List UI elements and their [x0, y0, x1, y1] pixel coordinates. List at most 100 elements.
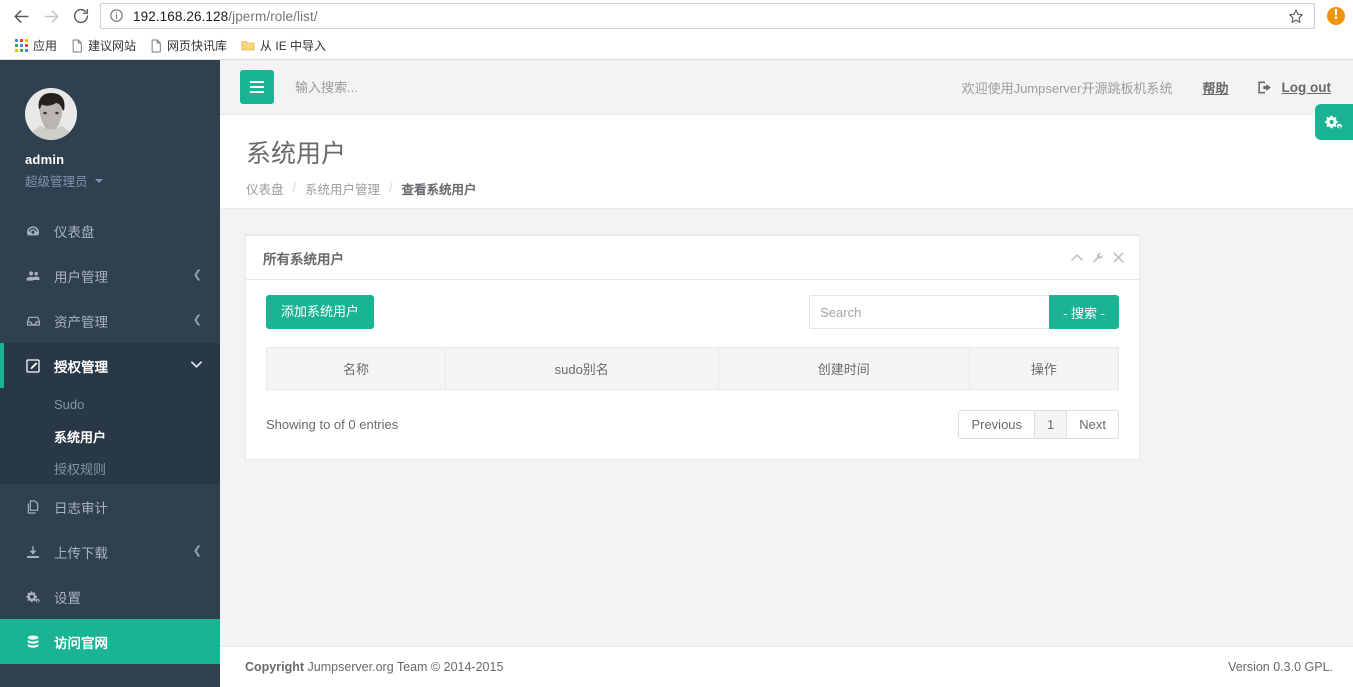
folder-glyph	[241, 41, 255, 51]
sidebar-chevron-left-icon: ❮	[192, 269, 202, 281]
table-header-row: 名称 sudo别名 创建时间 操作	[266, 347, 1120, 390]
sidebar-item-label: 授权管理	[54, 359, 108, 375]
add-system-user-button[interactable]: 添加系统用户	[266, 295, 375, 329]
sidebar-item-log-audit[interactable]: 日志审计	[0, 484, 220, 529]
caret-down-icon	[94, 178, 103, 183]
pagination-previous[interactable]: Previous	[958, 410, 1036, 439]
page-footer: Copyright Jumpserver.org Team © 2014-201…	[220, 646, 1353, 687]
sidebar: admin 超级管理员 仪表盘 用户管理 ❮ 资产管理 ❮ 授权管理 Sudo …	[0, 60, 220, 687]
bookmark-import-from-ie[interactable]: 从 IE 中导入	[234, 35, 333, 57]
url-text: 192.168.26.128/jperm/role/list/	[133, 9, 1286, 24]
sidebar-item-label: 日志审计	[54, 500, 108, 516]
breadcrumb: 仪表盘 / 系统用户管理 / 查看系统用户	[246, 179, 1323, 198]
sidebar-item-label: 仪表盘	[54, 224, 95, 240]
theme-settings-button[interactable]	[1315, 104, 1353, 140]
system-users-panel: 所有系统用户 添加系统用户 Search - 搜索 - 名称 sudo别名 创建…	[245, 234, 1140, 460]
wrench-icon[interactable]	[1092, 252, 1104, 264]
search-button[interactable]: - 搜索 -	[1049, 295, 1119, 329]
reload-button[interactable]	[66, 2, 96, 30]
inbox-icon	[25, 313, 43, 329]
sidebar-item-label: 用户管理	[54, 269, 108, 285]
column-header-actions[interactable]: 操作	[968, 347, 1120, 390]
column-header-sudo-alias[interactable]: sudo别名	[444, 347, 719, 390]
bookmark-star-icon[interactable]	[1286, 6, 1306, 26]
sidebar-profile[interactable]: admin 超级管理员	[0, 60, 220, 208]
logout-link[interactable]: Log out	[1257, 80, 1331, 95]
profile-username: admin	[25, 152, 65, 167]
sidebar-subitem-system-user[interactable]: 系统用户	[0, 420, 220, 452]
sidebar-subitem-label: Sudo	[54, 396, 85, 412]
panel-header: 所有系统用户	[246, 236, 1139, 280]
apps-grid-icon	[15, 39, 28, 52]
toolbar-row: 添加系统用户 - 搜索 -	[266, 295, 1119, 329]
chevron-up-icon[interactable]	[1071, 253, 1083, 262]
page-header: 系统用户 仪表盘 / 系统用户管理 / 查看系统用户	[220, 104, 1353, 209]
profile-role[interactable]: 超级管理员	[25, 171, 198, 190]
dashboard-icon	[25, 223, 43, 239]
pagination-page-1[interactable]: 1	[1035, 410, 1068, 439]
back-button[interactable]	[6, 2, 36, 30]
close-icon[interactable]	[1113, 252, 1124, 263]
sidebar-item-dashboard[interactable]: 仪表盘	[0, 208, 220, 253]
menu-toggle-button[interactable]	[240, 70, 274, 104]
breadcrumb-item-system-user-management[interactable]: 系统用户管理	[305, 179, 380, 198]
hamburger-icon	[250, 81, 264, 83]
profile-role-label: 超级管理员	[25, 175, 88, 189]
files-icon	[25, 499, 43, 515]
sidebar-item-user-management[interactable]: 用户管理 ❮	[0, 253, 220, 298]
navbar-right: 欢迎使用Jumpserver开源跳板机系统 帮助 Log out	[962, 78, 1353, 97]
sidebar-item-label: 访问官网	[54, 635, 108, 651]
download-icon	[25, 544, 43, 560]
copyright-bold: Copyright	[245, 660, 305, 674]
sidebar-item-asset-management[interactable]: 资产管理 ❮	[0, 298, 220, 343]
sidebar-subitem-label: 系统用户	[54, 429, 107, 445]
table-footer: Showing to of 0 entries Previous 1 Next	[266, 410, 1119, 439]
navbar-search-input[interactable]	[293, 78, 503, 96]
users-icon	[25, 268, 43, 284]
breadcrumb-separator: /	[292, 181, 296, 195]
column-header-name[interactable]: 名称	[266, 347, 446, 390]
help-link[interactable]: 帮助	[1203, 78, 1229, 97]
table-head: 名称 sudo别名 创建时间 操作	[266, 347, 1120, 390]
forward-arrow-icon	[43, 9, 59, 23]
gears-icon	[25, 589, 43, 605]
user-avatar-icon	[25, 88, 77, 140]
back-arrow-icon	[13, 9, 29, 23]
content-wrapper: 所有系统用户 添加系统用户 Search - 搜索 - 名称 sudo别名 创建…	[220, 209, 1353, 460]
sidebar-subitem-sudo[interactable]: Sudo	[0, 388, 220, 420]
copyright-rest: Jumpserver.org Team © 2014-2015	[304, 660, 504, 674]
address-bar[interactable]: 192.168.26.128/jperm/role/list/	[100, 3, 1315, 29]
sidebar-item-authorization-management[interactable]: 授权管理	[0, 343, 220, 388]
browser-warning-badge[interactable]: !	[1327, 7, 1345, 25]
avatar[interactable]	[25, 88, 77, 140]
sidebar-item-settings[interactable]: 设置	[0, 574, 220, 619]
page-info-icon[interactable]	[109, 8, 125, 24]
reload-icon	[73, 8, 89, 24]
sidebar-item-label: 上传下载	[54, 545, 108, 561]
logout-label: Log out	[1281, 79, 1331, 95]
cogs-icon	[1324, 115, 1342, 129]
sidebar-chevron-left-icon: ❮	[192, 314, 202, 326]
bookmark-label: 建议网站	[88, 39, 137, 53]
breadcrumb-item-dashboard[interactable]: 仪表盘	[246, 179, 284, 198]
bookmark-apps[interactable]: 应用	[8, 35, 64, 57]
panel-body: 添加系统用户 - 搜索 - 名称 sudo别名 创建时间 操	[246, 280, 1139, 459]
sidebar-submenu-authorization: Sudo 系统用户 授权规则	[0, 388, 220, 484]
copyright-text: Copyright Jumpserver.org Team © 2014-201…	[245, 660, 503, 674]
bookmark-suggested-sites[interactable]: 建议网站	[64, 35, 143, 57]
bookmark-label: 从 IE 中导入	[260, 39, 327, 53]
bookmark-web-slice[interactable]: 网页快讯库	[143, 35, 234, 57]
sidebar-item-upload-download[interactable]: 上传下载 ❮	[0, 529, 220, 574]
forward-button[interactable]	[36, 2, 66, 30]
column-header-create-time[interactable]: 创建时间	[717, 347, 970, 390]
sidebar-item-label: 资产管理	[54, 314, 108, 330]
folder-icon	[241, 39, 255, 52]
panel-tools	[1071, 252, 1124, 264]
sidebar-item-official-website[interactable]: 访问官网	[0, 619, 220, 664]
pagination-next[interactable]: Next	[1067, 410, 1119, 439]
sidebar-subitem-label: 授权规则	[54, 461, 107, 477]
search-input[interactable]	[809, 295, 1050, 329]
system-users-table: 名称 sudo别名 创建时间 操作	[266, 347, 1120, 390]
sidebar-subitem-authorization-rule[interactable]: 授权规则	[0, 452, 220, 484]
url-host: 192.168.26.128	[133, 8, 229, 24]
